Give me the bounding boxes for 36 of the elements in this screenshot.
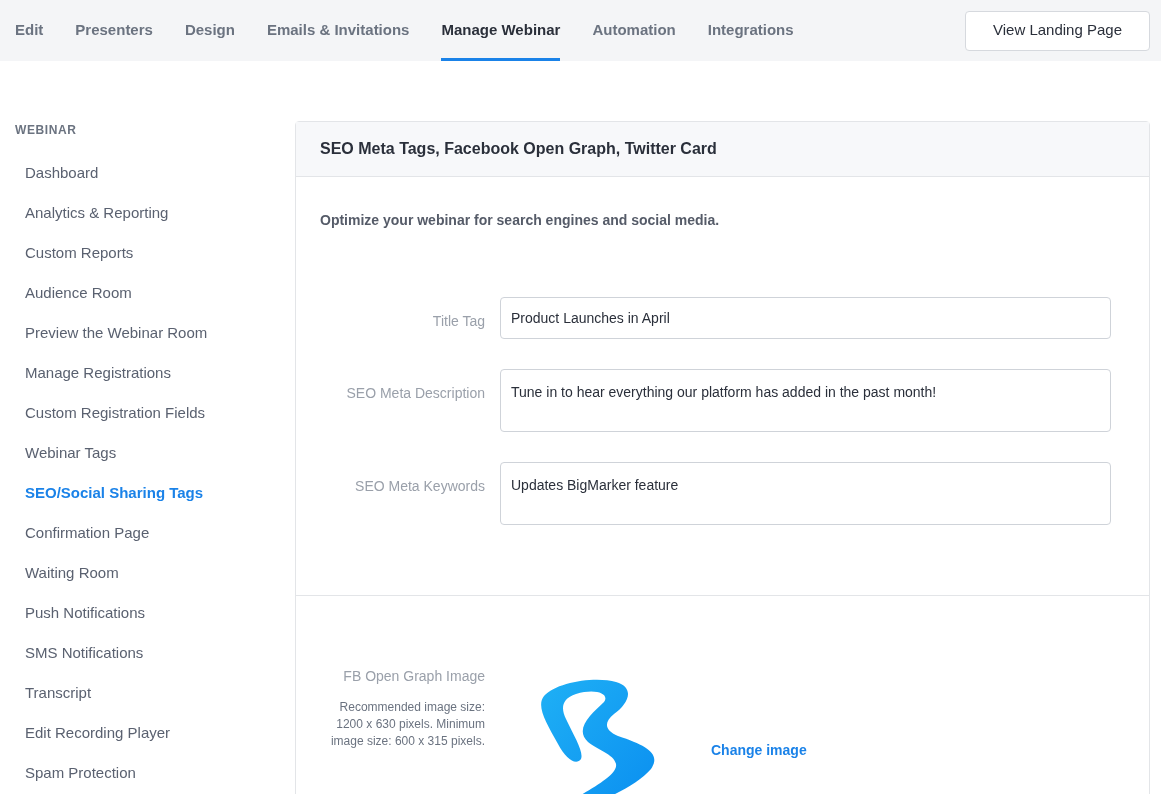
sidebar-link[interactable]: Edit Recording Player <box>25 721 171 745</box>
text-area-field[interactable]: Updates BigMarker feature <box>500 462 1111 525</box>
intro-text: Optimize your webinar for search engines and social media. <box>320 212 720 228</box>
sidebar-link[interactable]: Webinar Tags <box>25 441 117 465</box>
nav-tab[interactable]: Edit <box>15 0 44 61</box>
field-label: SEO Meta Keywords <box>355 478 485 494</box>
field-label: SEO Meta Description <box>346 385 485 401</box>
nav-tab[interactable]: Automation <box>592 0 676 61</box>
sidebar-link[interactable]: Custom Registration Fields <box>25 401 206 425</box>
text-area-field[interactable]: Tune in to hear everything our platform has added in the past month! <box>500 369 1111 432</box>
nav-tab[interactable]: Emails & Invitations <box>266 0 410 61</box>
sidebar-link[interactable]: Preview the Webinar Room <box>25 321 208 345</box>
sidebar-link[interactable]: Analytics & Reporting <box>25 201 169 225</box>
sidebar-link[interactable]: Transcript <box>25 681 92 705</box>
sidebar-link[interactable]: Dashboard <box>25 161 99 185</box>
panel-title: SEO Meta Tags, Facebook Open Graph, Twitter Card <box>320 139 717 159</box>
view-landing-page-button[interactable]: View Landing Page <box>965 10 1150 51</box>
nav-tab[interactable]: Presenters <box>75 0 153 61</box>
sidebar-heading: WEBINAR <box>14 122 78 139</box>
sidebar-link[interactable]: Push Notifications <box>25 601 146 625</box>
nav-tab[interactable]: Integrations <box>707 0 794 61</box>
sidebar-link[interactable]: SEO/Social Sharing Tags <box>25 481 204 505</box>
nav-tab[interactable]: Design <box>184 0 235 61</box>
sidebar-link[interactable]: Manage Registrations <box>25 361 171 385</box>
sidebar-link[interactable]: Spam Protection <box>25 761 136 785</box>
image-size-hint: Recommended image size: 1200 x 630 pixels. Minimum image size: 600 x 315 pixels. <box>329 699 485 750</box>
sidebar-link[interactable]: Custom Reports <box>25 241 134 265</box>
sidebar-link[interactable]: Confirmation Page <box>25 521 150 545</box>
sidebar-link[interactable]: Audience Room <box>25 281 132 305</box>
title-tag-input[interactable]: Product Launches in April <box>500 297 1111 339</box>
nav-tab[interactable]: Manage Webinar <box>441 0 561 61</box>
change-image-link[interactable]: Change image <box>711 742 807 758</box>
sidebar-link[interactable]: Waiting Room <box>25 561 119 585</box>
field-label: FB Open Graph Image <box>343 667 485 686</box>
sidebar-link[interactable]: SMS Notifications <box>25 641 144 665</box>
field-label: Title Tag <box>432 313 485 329</box>
